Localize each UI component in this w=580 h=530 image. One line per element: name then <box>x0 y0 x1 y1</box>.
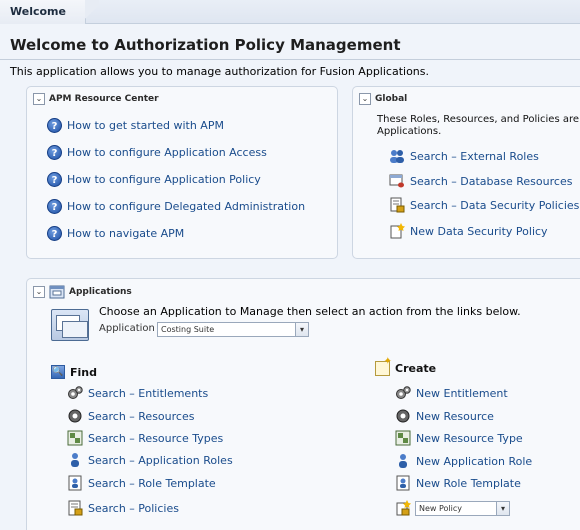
resource-center-collapse-toggle[interactable]: ⌄ <box>33 93 45 105</box>
find-link-role-template[interactable]: Search – Role Template <box>67 475 216 491</box>
tab-welcome[interactable]: Welcome <box>0 0 99 24</box>
help-icon: ? <box>47 118 62 133</box>
global-description: These Roles, Resources, and Policies are… <box>377 114 580 137</box>
application-role-icon <box>395 453 411 469</box>
applications-header-icon <box>49 284 65 300</box>
application-select[interactable]: Costing Suite ▾ <box>157 322 309 337</box>
page-title: Welcome to Authorization Policy Manageme… <box>10 36 401 54</box>
global-link-external-roles[interactable]: Search – External Roles <box>389 148 539 164</box>
entitlements-icon <box>67 385 83 401</box>
main-content: Welcome to Authorization Policy Manageme… <box>0 24 580 530</box>
rc-link-delegated-admin[interactable]: ? How to configure Delegated Administrat… <box>47 199 305 214</box>
global-title: Global <box>375 94 408 104</box>
create-policy-row <box>395 500 411 516</box>
application-window-icon <box>51 309 89 341</box>
help-icon: ? <box>47 226 62 241</box>
rc-link-app-access[interactable]: ? How to configure Application Access <box>47 145 267 160</box>
global-panel: ⌄ Global These Roles, Resources, and Pol… <box>352 86 580 259</box>
rc-link-app-policy[interactable]: ? How to configure Application Policy <box>47 172 261 187</box>
role-template-icon <box>395 475 411 491</box>
help-icon: ? <box>47 145 62 160</box>
title-divider <box>0 59 580 60</box>
create-heading: Create <box>375 356 436 376</box>
create-link-entitlement[interactable]: New Entitlement <box>395 385 508 401</box>
create-link-role-template[interactable]: New Role Template <box>395 475 521 491</box>
external-roles-icon <box>389 148 405 164</box>
resources-icon <box>67 408 83 424</box>
choose-application-text: Choose an Application to Manage then sel… <box>99 305 521 318</box>
policies-icon <box>67 500 83 516</box>
role-template-icon <box>67 475 83 491</box>
entitlement-icon <box>395 385 411 401</box>
resource-center-title: APM Resource Center <box>49 94 159 104</box>
find-link-resources[interactable]: Search – Resources <box>67 408 194 424</box>
intro-text: This application allows you to manage au… <box>10 65 429 78</box>
applications-panel: ⌄ Applications Choose an Application to … <box>26 278 580 530</box>
find-link-policies[interactable]: Search – Policies <box>67 500 179 516</box>
resource-center-panel: ⌄ APM Resource Center ? How to get start… <box>26 86 338 259</box>
find-link-entitlements[interactable]: Search – Entitlements <box>67 385 208 401</box>
rc-link-navigate[interactable]: ? How to navigate APM <box>47 226 184 241</box>
application-roles-icon <box>67 452 83 468</box>
create-link-resource[interactable]: New Resource <box>395 408 494 424</box>
tab-bar: Welcome <box>0 0 580 24</box>
application-label: Application <box>99 323 155 334</box>
help-icon: ? <box>47 199 62 214</box>
data-security-policies-icon <box>389 197 405 213</box>
global-link-database-resources[interactable]: Search – Database Resources <box>389 173 572 189</box>
resource-types-icon <box>67 430 83 446</box>
chevron-down-icon: ▾ <box>295 323 308 336</box>
create-link-resource-type[interactable]: New Resource Type <box>395 430 523 446</box>
find-heading: 🔍 Find <box>51 365 97 379</box>
global-collapse-toggle[interactable]: ⌄ <box>359 93 371 105</box>
database-resources-icon <box>389 173 405 189</box>
resource-type-icon <box>395 430 411 446</box>
new-policy-select[interactable]: New Policy ▾ <box>415 501 510 516</box>
applications-collapse-toggle[interactable]: ⌄ <box>33 286 45 298</box>
new-policy-icon <box>395 500 411 516</box>
applications-title: Applications <box>69 287 132 297</box>
resource-icon <box>395 408 411 424</box>
find-link-application-roles[interactable]: Search – Application Roles <box>67 452 233 468</box>
find-icon: 🔍 <box>51 365 65 379</box>
find-link-resource-types[interactable]: Search – Resource Types <box>67 430 223 446</box>
help-icon: ? <box>47 172 62 187</box>
global-link-data-security-policies[interactable]: Search – Data Security Policies <box>389 197 579 213</box>
rc-link-get-started[interactable]: ? How to get started with APM <box>47 118 224 133</box>
new-data-security-policy-icon <box>389 223 405 239</box>
global-link-new-data-security-policy[interactable]: New Data Security Policy <box>389 223 548 239</box>
create-link-application-role[interactable]: New Application Role <box>395 453 532 469</box>
create-icon <box>375 356 392 376</box>
chevron-down-icon: ▾ <box>496 502 509 515</box>
